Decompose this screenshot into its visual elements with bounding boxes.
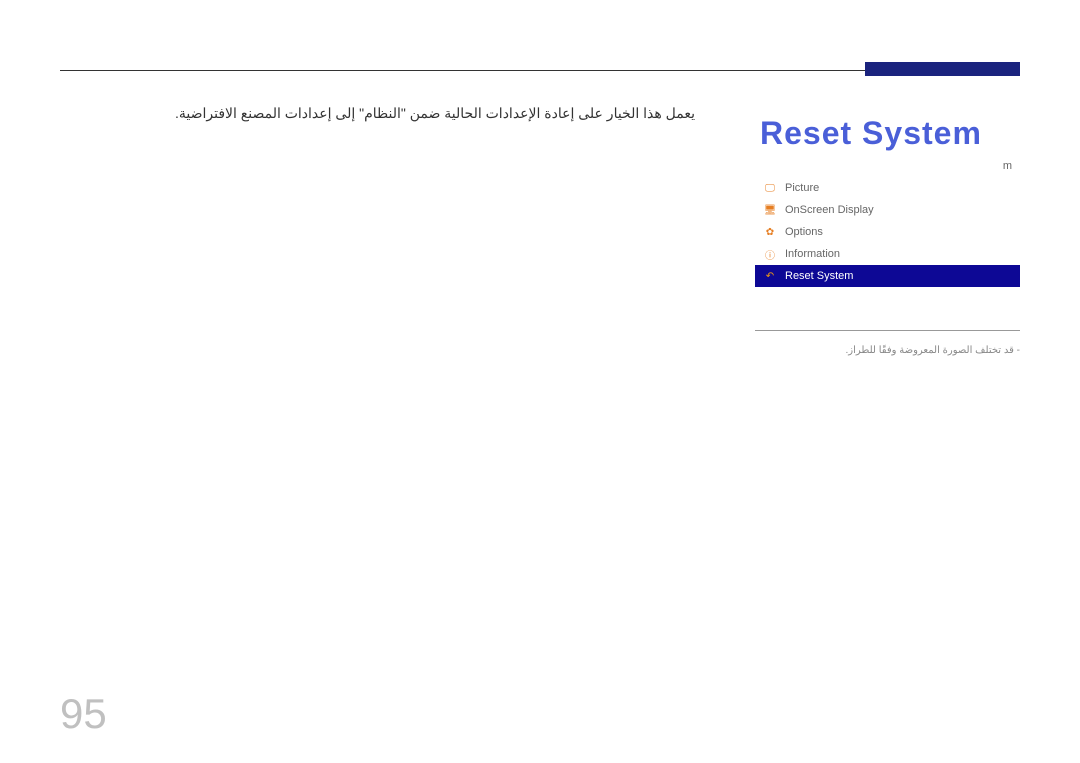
menu-row-onscreen[interactable]: 🖥 OnScreen Display (755, 199, 1020, 221)
menu-label: Information (785, 248, 840, 260)
reset-icon: ↶ (763, 271, 777, 282)
header-accent (865, 62, 1020, 76)
gear-icon: ✿ (763, 227, 777, 238)
menu-label: m (1003, 160, 1012, 172)
menu-row-options[interactable]: ✿ Options (755, 221, 1020, 243)
page-number: 95 (60, 690, 107, 738)
menu-panel: m 🖵 Picture 🖥 OnScreen Display ✿ Options… (755, 155, 1020, 287)
menu-row-picture[interactable]: 🖵 Picture (755, 177, 1020, 199)
page-title: Reset System (760, 115, 1020, 152)
menu-label: Reset System (785, 270, 853, 282)
menu-row-info: m (755, 155, 1020, 177)
menu-row-information[interactable]: ⓘ Information (755, 243, 1020, 265)
display-icon: 🖥 (763, 205, 777, 216)
menu-row-reset-system[interactable]: ↶ Reset System (755, 265, 1020, 287)
section-divider (755, 330, 1020, 331)
menu-label: OnScreen Display (785, 204, 874, 216)
model-disclaimer: - قد تختلف الصورة المعروضة وفقًا للطراز. (755, 345, 1020, 356)
picture-icon: 🖵 (763, 183, 777, 194)
main-description: يعمل هذا الخيار على إعادة الإعدادات الحا… (60, 102, 695, 124)
info-icon: ⓘ (763, 247, 777, 262)
menu-label: Picture (785, 182, 819, 194)
menu-label: Options (785, 226, 823, 238)
